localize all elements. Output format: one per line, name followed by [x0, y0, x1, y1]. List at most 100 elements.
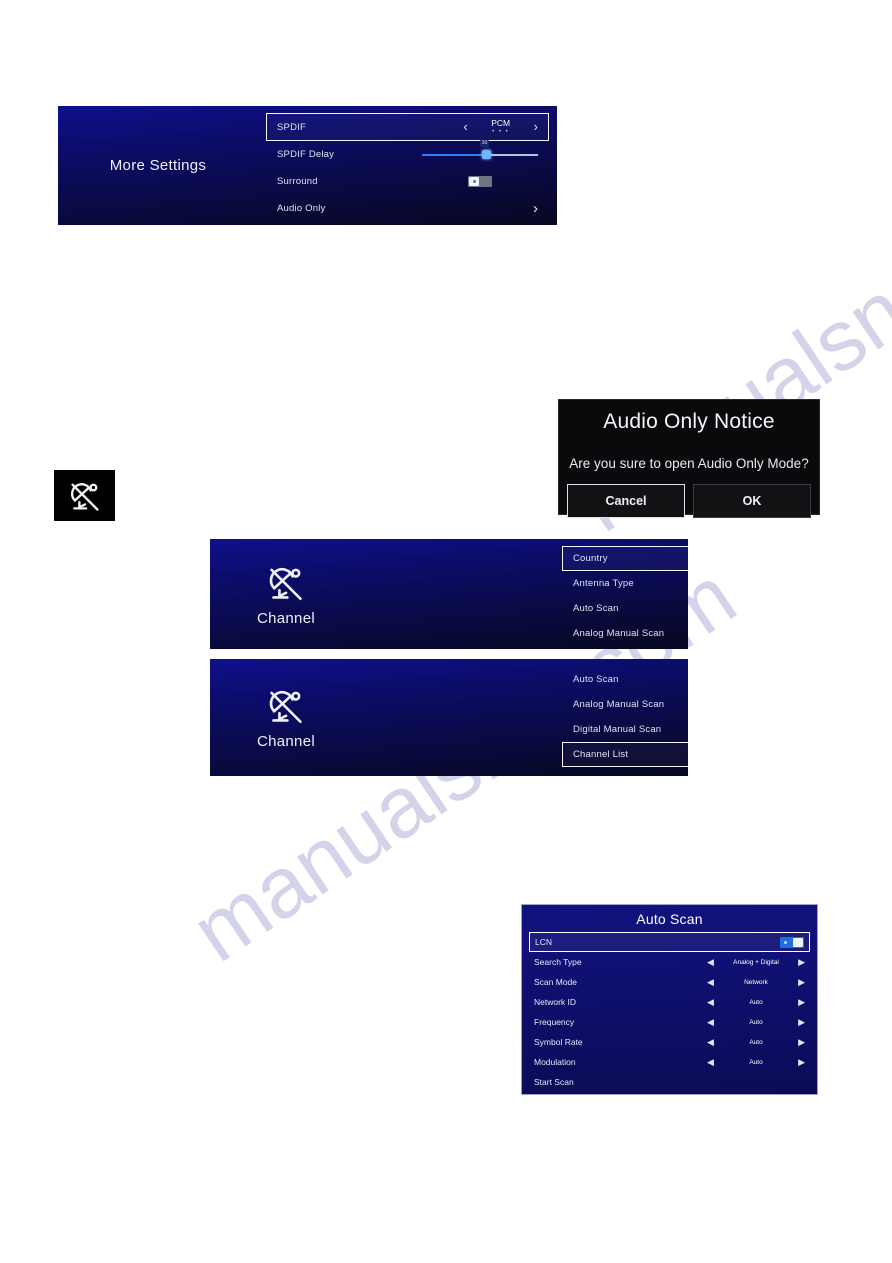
row-auto-scan-2-label: Auto Scan [573, 674, 619, 685]
as-row-network-id-control[interactable]: ◀ Auto ▶ [707, 997, 805, 1007]
ok-button[interactable]: OK [693, 484, 811, 518]
symbol-rate-stepper[interactable]: ◀ Auto ▶ [707, 1037, 805, 1047]
more-settings-panel: More Settings SPDIF ‹ PCM • • • › SPDIF … [58, 106, 557, 225]
as-row-symbol-rate[interactable]: Symbol Rate ◀ Auto ▶ [529, 1032, 810, 1052]
channel-panel-2-left: Channel [210, 659, 362, 776]
as-row-scan-mode[interactable]: Scan Mode ◀ Network ▶ [529, 972, 810, 992]
row-audio-only-control[interactable]: › [533, 201, 538, 216]
network-id-value: Auto [749, 998, 763, 1006]
as-row-lcn-label: LCN [535, 937, 553, 947]
slider-knob[interactable] [481, 150, 491, 159]
slider-value-bubble: 30 [479, 139, 490, 147]
audio-only-icon-chip [54, 470, 115, 521]
row-antenna-type[interactable]: Antenna Type ‹ Air • • • › [562, 571, 688, 596]
dialog-buttons: Cancel OK [559, 484, 819, 526]
row-spdif[interactable]: SPDIF ‹ PCM • • • › [266, 113, 549, 141]
triangle-right-icon[interactable]: ▶ [798, 1057, 805, 1067]
row-spdif-delay-control[interactable]: 30 [422, 139, 538, 162]
row-analog-manual-scan[interactable]: Analog Manual Scan › [562, 621, 688, 646]
spdif-value: PCM [491, 118, 511, 129]
row-digital-manual-scan-label: Digital Manual Scan [573, 724, 662, 735]
row-analog-manual-scan-2-label: Analog Manual Scan [573, 699, 665, 710]
triangle-right-icon[interactable]: ▶ [798, 1037, 805, 1047]
as-row-scan-mode-label: Scan Mode [534, 977, 577, 987]
more-settings-panel-left: More Settings [58, 106, 258, 225]
as-row-modulation-control[interactable]: ◀ Auto ▶ [707, 1057, 805, 1067]
channel-panel-1-title: Channel [257, 609, 315, 627]
scan-mode-value: Network [744, 978, 768, 986]
triangle-right-icon[interactable]: ▶ [798, 957, 805, 967]
row-spdif-delay[interactable]: SPDIF Delay 30 [266, 139, 549, 168]
search-type-value: Analog + Digital [733, 958, 779, 966]
channel-panel-1-left: Channel [210, 539, 362, 649]
as-row-start-scan[interactable]: Start Scan [529, 1072, 810, 1092]
chevron-right-icon[interactable]: › [533, 201, 538, 216]
triangle-left-icon[interactable]: ◀ [707, 957, 714, 967]
network-id-stepper[interactable]: ◀ Auto ▶ [707, 997, 805, 1007]
dialog-message: Are you sure to open Audio Only Mode? [569, 456, 809, 471]
frequency-value: Auto [749, 1018, 763, 1026]
as-row-modulation[interactable]: Modulation ◀ Auto ▶ [529, 1052, 810, 1072]
spdif-stepper[interactable]: ‹ PCM • • • › [463, 119, 538, 135]
row-auto-scan-2[interactable]: Auto Scan › [562, 667, 688, 692]
as-row-search-type-label: Search Type [534, 957, 582, 967]
as-row-scan-mode-control[interactable]: ◀ Network ▶ [707, 977, 805, 987]
row-surround[interactable]: Surround [266, 168, 549, 195]
cancel-button[interactable]: Cancel [567, 484, 685, 518]
triangle-right-icon[interactable]: ▶ [798, 997, 805, 1007]
search-type-stepper[interactable]: ◀ Analog + Digital ▶ [707, 957, 805, 967]
spdif-delay-slider[interactable]: 30 [422, 139, 538, 162]
row-country[interactable]: Country › [562, 546, 688, 571]
triangle-left-icon[interactable]: ◀ [707, 977, 714, 987]
as-row-symbol-rate-label: Symbol Rate [534, 1037, 583, 1047]
as-row-network-id[interactable]: Network ID ◀ Auto ▶ [529, 992, 810, 1012]
satellite-dish-off-icon [269, 567, 302, 600]
as-row-search-type-control[interactable]: ◀ Analog + Digital ▶ [707, 957, 805, 967]
as-row-lcn[interactable]: LCN [529, 932, 810, 952]
chevron-left-icon[interactable]: ‹ [463, 120, 467, 133]
channel-panel-2-title: Channel [257, 733, 315, 750]
row-audio-only[interactable]: Audio Only › [266, 195, 549, 222]
row-digital-manual-scan[interactable]: Digital Manual Scan › [562, 717, 688, 742]
as-row-symbol-rate-control[interactable]: ◀ Auto ▶ [707, 1037, 805, 1047]
lcn-toggle[interactable] [780, 936, 804, 948]
chevron-right-icon[interactable]: › [534, 120, 538, 133]
auto-scan-rows: LCN Search Type ◀ Analog + Digital ▶ Sca… [522, 932, 817, 1097]
scan-mode-stepper[interactable]: ◀ Network ▶ [707, 977, 805, 987]
as-row-frequency-control[interactable]: ◀ Auto ▶ [707, 1017, 805, 1027]
audio-only-notice-dialog: Audio Only Notice Are you sure to open A… [558, 399, 820, 518]
row-spdif-delay-label: SPDIF Delay [277, 149, 335, 160]
dialog-title: Audio Only Notice [603, 410, 775, 433]
channel-panel-2-rows: Auto Scan › Analog Manual Scan › Digital… [562, 667, 688, 767]
more-settings-rows: SPDIF ‹ PCM • • • › SPDIF Delay 30 Surro… [266, 113, 549, 222]
satellite-dish-off-icon [269, 690, 302, 724]
triangle-right-icon[interactable]: ▶ [798, 977, 805, 987]
as-row-modulation-label: Modulation [534, 1057, 576, 1067]
as-row-lcn-control[interactable] [780, 936, 804, 948]
modulation-stepper[interactable]: ◀ Auto ▶ [707, 1057, 805, 1067]
surround-toggle[interactable] [468, 176, 492, 187]
as-row-search-type[interactable]: Search Type ◀ Analog + Digital ▶ [529, 952, 810, 972]
channel-panel-2: Channel Auto Scan › Analog Manual Scan ›… [210, 659, 688, 776]
row-channel-list[interactable]: Channel List › [562, 742, 688, 767]
triangle-right-icon[interactable]: ▶ [798, 1017, 805, 1027]
row-spdif-control[interactable]: ‹ PCM • • • › [463, 119, 538, 135]
channel-panel-1: Channel Country › Antenna Type ‹ Air • •… [210, 539, 688, 649]
row-surround-control[interactable] [422, 176, 538, 187]
channel-panel-1-rows: Country › Antenna Type ‹ Air • • • › Aut… [562, 546, 688, 646]
row-spdif-label: SPDIF [277, 121, 306, 133]
row-analog-manual-scan-2[interactable]: Analog Manual Scan › [562, 692, 688, 717]
row-channel-list-label: Channel List [573, 749, 629, 760]
triangle-left-icon[interactable]: ◀ [707, 1017, 714, 1027]
triangle-left-icon[interactable]: ◀ [707, 1037, 714, 1047]
row-auto-scan[interactable]: Auto Scan › [562, 596, 688, 621]
spdif-value-dots: • • • [492, 128, 510, 135]
frequency-stepper[interactable]: ◀ Auto ▶ [707, 1017, 805, 1027]
slider-fill [422, 153, 486, 156]
triangle-left-icon[interactable]: ◀ [707, 1057, 714, 1067]
as-row-frequency[interactable]: Frequency ◀ Auto ▶ [529, 1012, 810, 1032]
row-audio-only-label: Audio Only [277, 203, 326, 214]
more-settings-title: More Settings [109, 157, 207, 174]
triangle-left-icon[interactable]: ◀ [707, 997, 714, 1007]
toggle-knob [793, 937, 803, 947]
